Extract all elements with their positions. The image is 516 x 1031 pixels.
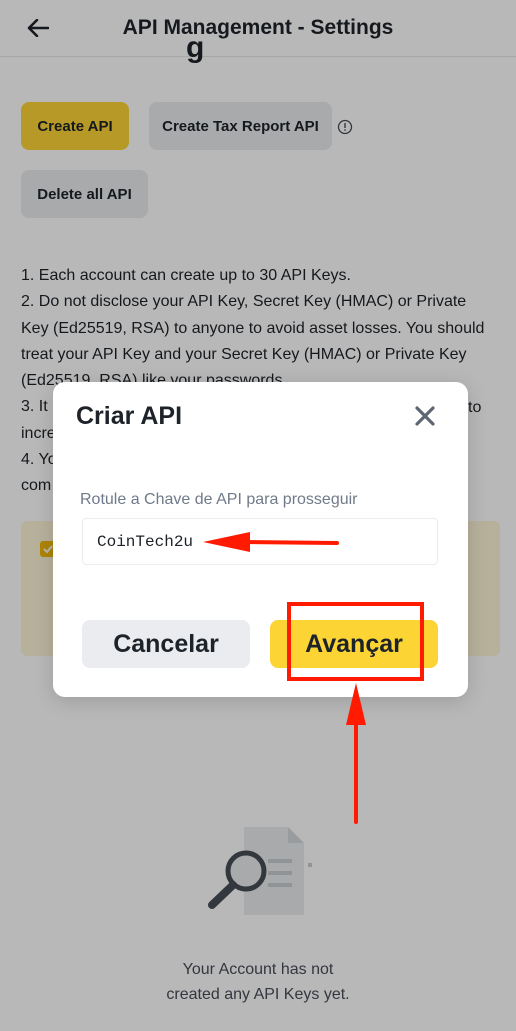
- api-label-caption: Rotule a Chave de API para prosseguir: [80, 491, 358, 508]
- close-icon[interactable]: [412, 403, 438, 429]
- next-button[interactable]: Avançar: [270, 620, 438, 668]
- api-label-input[interactable]: [82, 518, 438, 565]
- dialog-title: Criar API: [76, 402, 183, 430]
- cancel-button[interactable]: Cancelar: [82, 620, 250, 668]
- create-api-dialog: Criar API Rotule a Chave de API para pro…: [53, 382, 468, 697]
